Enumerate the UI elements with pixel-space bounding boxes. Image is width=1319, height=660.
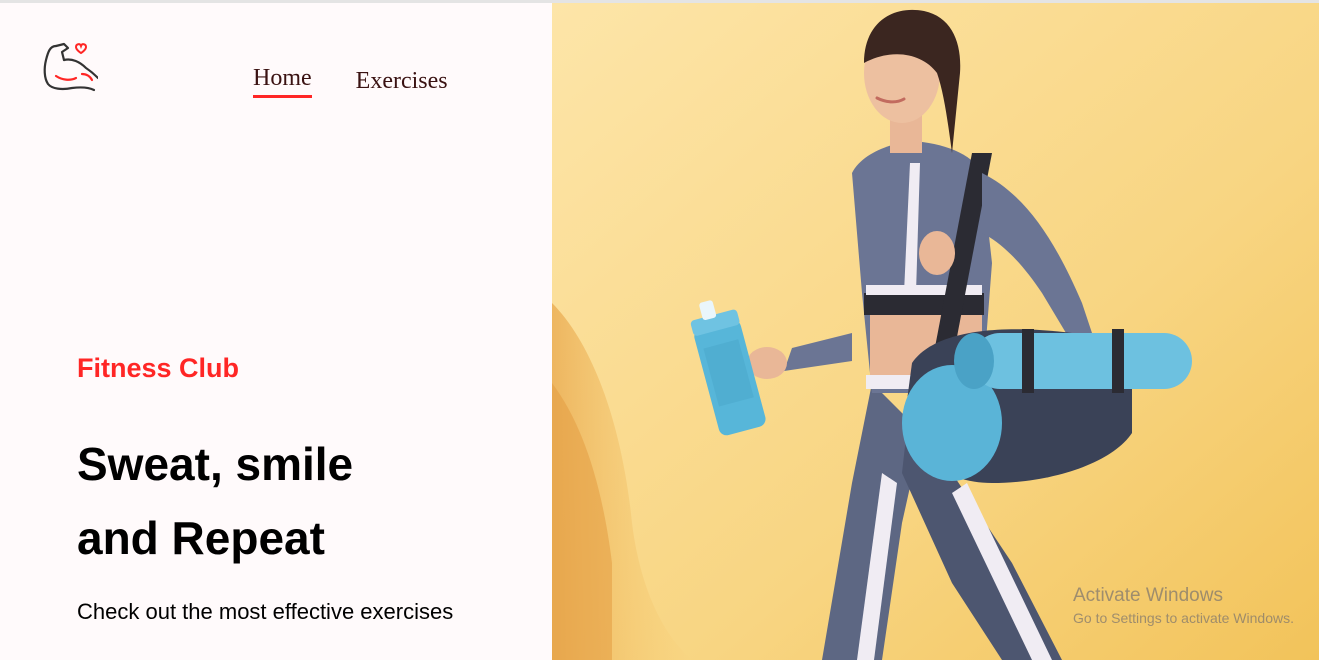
nav-home-link[interactable]: Home	[253, 63, 312, 98]
page: Home Exercises Fitness Club Sweat, smile…	[0, 0, 1319, 660]
headline-line-1: Sweat, smile	[77, 438, 354, 490]
headline-line-2: and Repeat	[77, 512, 325, 564]
hero-banner-image	[552, 3, 1319, 660]
nav-exercises-link[interactable]: Exercises	[356, 66, 448, 98]
main-nav: Home Exercises	[253, 63, 448, 98]
fitness-woman-photo	[552, 3, 1319, 660]
hero-headline: Sweat, smile and Repeat	[77, 427, 353, 575]
flexed-arm-heart-icon[interactable]	[42, 38, 98, 94]
hero-tagline: Check out the most effective exercises	[77, 599, 454, 624]
eyebrow-title: Fitness Club	[77, 353, 240, 383]
left-panel: Home Exercises Fitness Club Sweat, smile…	[0, 3, 552, 660]
